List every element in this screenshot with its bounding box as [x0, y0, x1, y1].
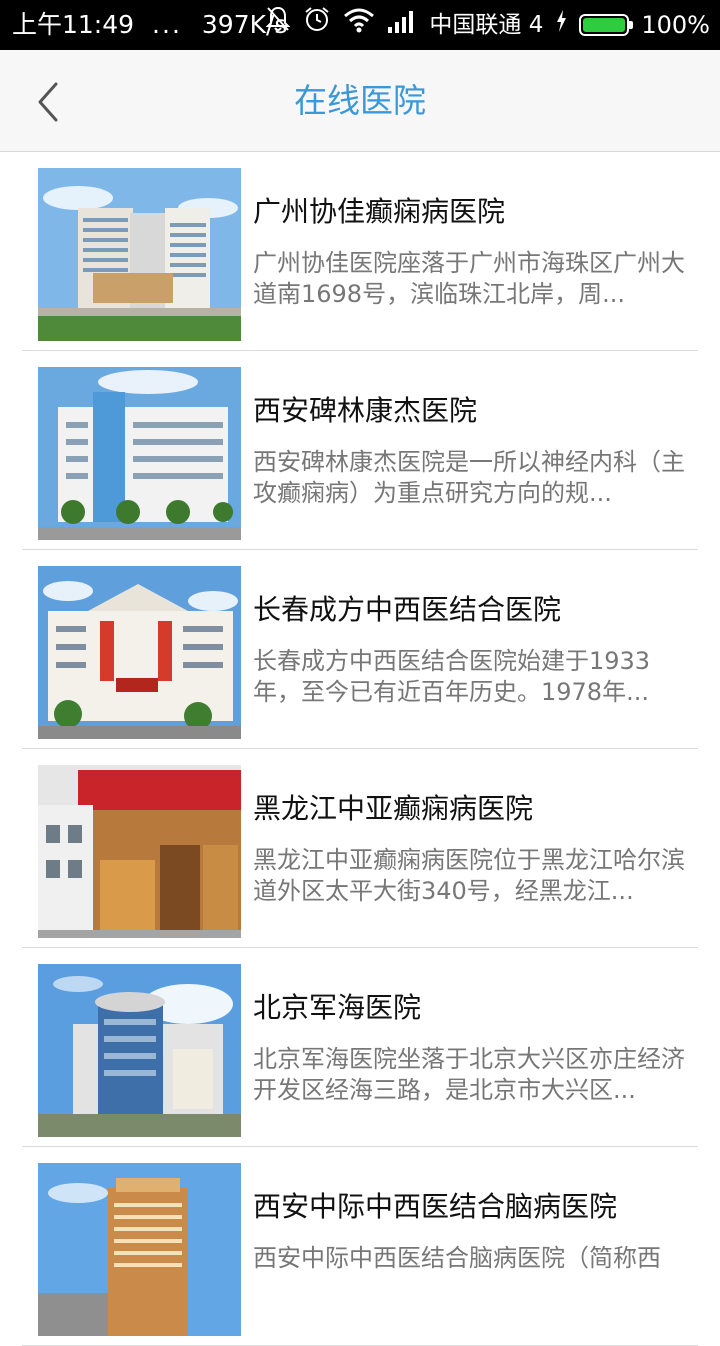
status-carrier: 中国联通 4	[429, 12, 544, 38]
hospital-photo	[38, 367, 241, 540]
hospital-description: 广州协佳医院座落于广州市海珠区广州大道南1698号，滨临珠江北岸，周...	[253, 249, 685, 308]
hospital-list-item[interactable]: 西安碑林康杰医院 西安碑林康杰医院是一所以神经内科（主攻癫痫病）为重点研究方向的…	[22, 351, 698, 550]
status-bar: 上午11:49 ... 397K/s 中国联通 4 100%	[0, 0, 720, 50]
alarm-clock-icon	[303, 0, 331, 50]
hospital-photo	[38, 964, 241, 1137]
hospital-description: 西安碑林康杰医院是一所以神经内科（主攻癫痫病）为重点研究方向的规...	[253, 448, 685, 507]
hospital-photo	[38, 1163, 241, 1336]
bell-muted-icon	[265, 0, 291, 50]
hospital-photo	[38, 765, 241, 938]
hospital-photo	[38, 168, 241, 341]
hospital-name: 西安碑林康杰医院	[253, 394, 478, 427]
wifi-icon	[343, 0, 375, 50]
hospital-description: 黑龙江中亚癫痫病医院位于黑龙江哈尔滨道外区太平大街340号，经黑龙江...	[253, 846, 685, 905]
hospital-description: 长春成方中西医结合医院始建于1933年，至今已有近百年历史。1978年...	[253, 647, 651, 706]
hospital-photo	[38, 566, 241, 739]
hospital-name: 广州协佳癫痫病医院	[253, 195, 506, 228]
hospital-description: 北京军海医院坐落于北京大兴区亦庄经济开发区经海三路，是北京市大兴区...	[253, 1045, 685, 1104]
hospital-list-item[interactable]: 黑龙江中亚癫痫病医院 黑龙江中亚癫痫病医院位于黑龙江哈尔滨道外区太平大街340号…	[22, 749, 698, 948]
battery-icon	[579, 14, 634, 36]
hospital-name: 北京军海医院	[253, 991, 422, 1024]
page-title: 在线医院	[294, 81, 426, 120]
status-more-dots: ...	[152, 10, 182, 39]
title-bar: 在线医院	[0, 50, 720, 152]
status-time: 上午11:49	[12, 10, 135, 39]
hospital-list-item[interactable]: 长春成方中西医结合医院 长春成方中西医结合医院始建于1933年，至今已有近百年历…	[22, 550, 698, 749]
hospital-list-item[interactable]: 西安中际中西医结合脑病医院 西安中际中西医结合脑病医院（简称西	[22, 1147, 698, 1346]
hospital-list-item[interactable]: 广州协佳癫痫病医院 广州协佳医院座落于广州市海珠区广州大道南1698号，滨临珠江…	[22, 152, 698, 351]
hospital-name: 长春成方中西医结合医院	[253, 593, 562, 626]
charging-icon	[555, 0, 567, 50]
hospital-description: 西安中际中西医结合脑病医院（简称西	[253, 1244, 661, 1272]
signal-icon	[387, 0, 417, 50]
hospital-list: 广州协佳癫痫病医院 广州协佳医院座落于广州市海珠区广州大道南1698号，滨临珠江…	[0, 152, 720, 1346]
status-battery-level: 100%	[641, 11, 710, 39]
hospital-name: 黑龙江中亚癫痫病医院	[253, 792, 534, 825]
hospital-name: 西安中际中西医结合脑病医院	[253, 1190, 618, 1223]
hospital-list-item[interactable]: 北京军海医院 北京军海医院坐落于北京大兴区亦庄经济开发区经海三路，是北京市大兴区…	[22, 948, 698, 1147]
